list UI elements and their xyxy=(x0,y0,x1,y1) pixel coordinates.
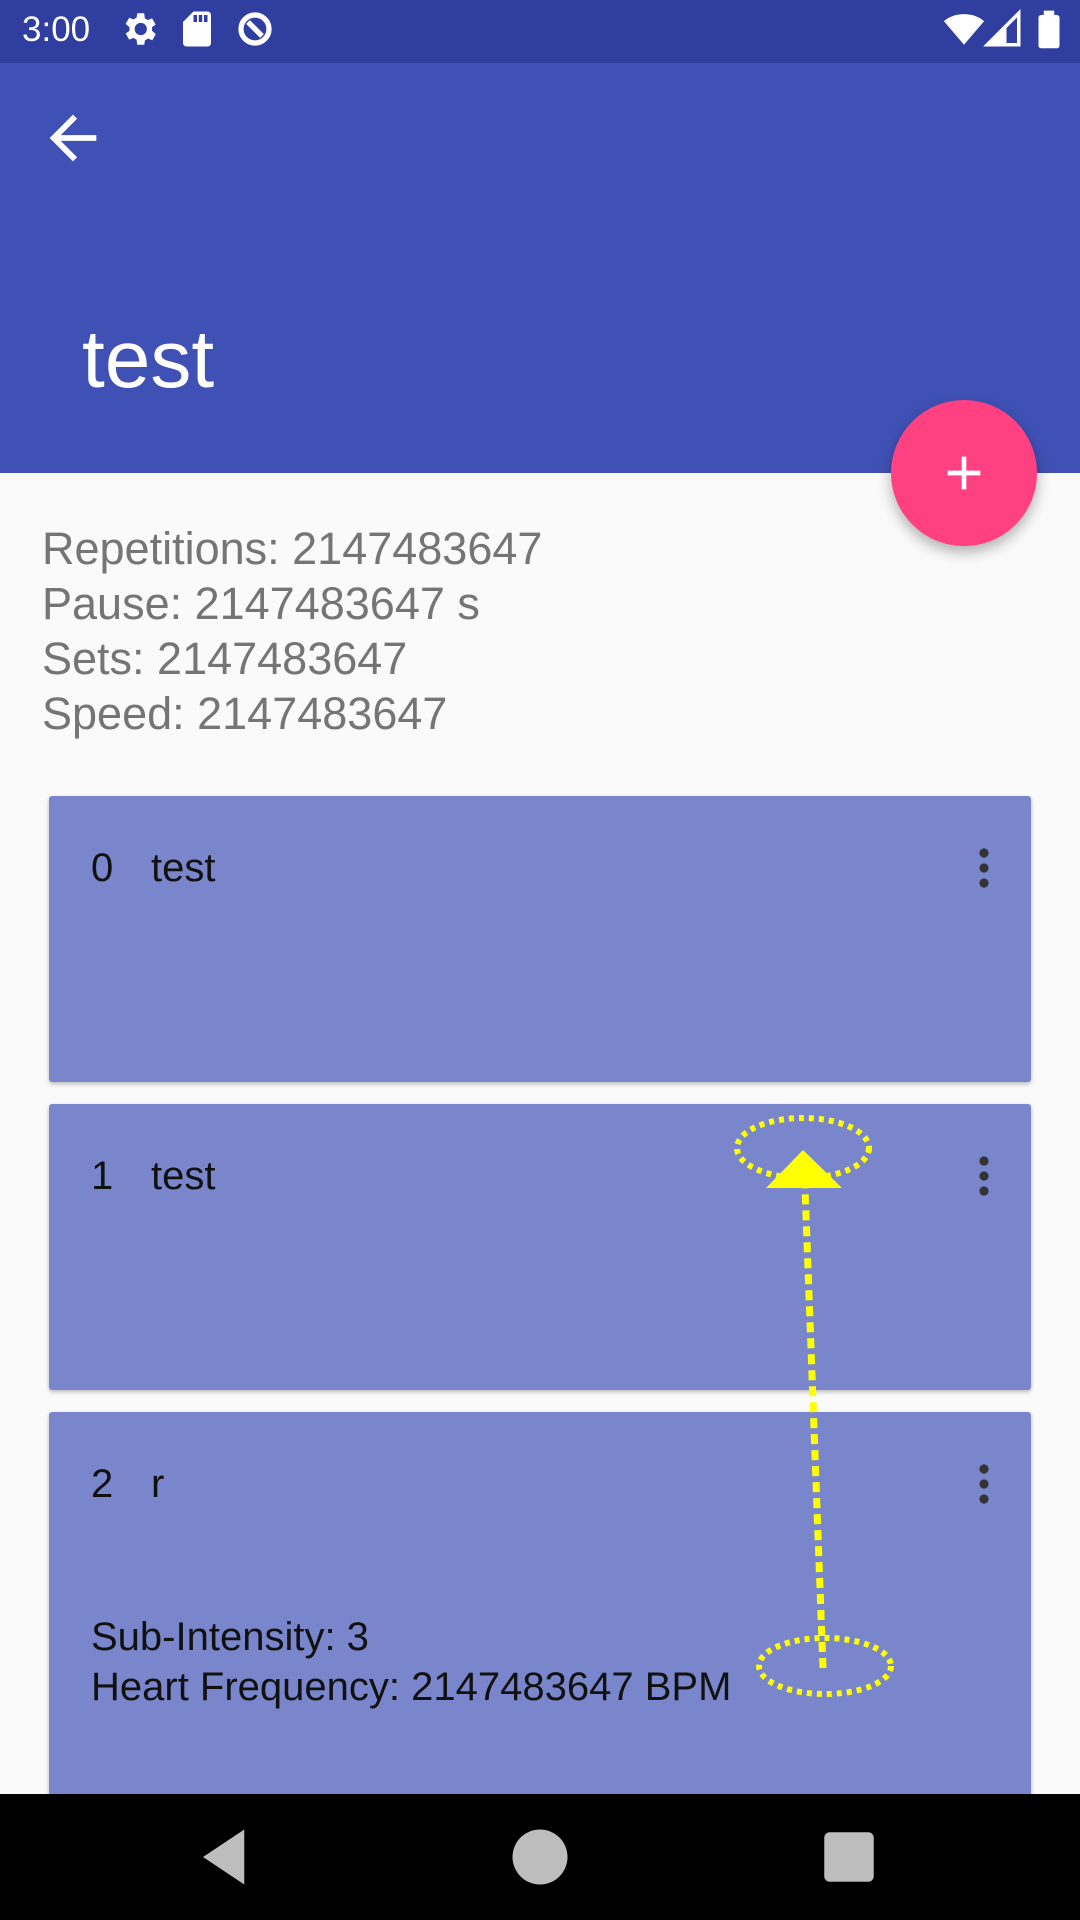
speed-text: Speed: 2147483647 xyxy=(42,688,448,739)
card-index: 0 xyxy=(91,846,114,890)
heart-frequency-text: Heart Frequency: 2147483647 BPM xyxy=(91,1665,732,1709)
back-triangle-icon[interactable] xyxy=(192,1824,258,1890)
data-saver-icon xyxy=(238,12,272,46)
exercise-card[interactable]: 1 test xyxy=(49,1104,1031,1390)
status-bar: 3:00 xyxy=(0,0,1080,63)
wifi-icon xyxy=(943,14,985,45)
status-time: 3:00 xyxy=(22,10,91,49)
card-name: test xyxy=(151,846,216,890)
arrow-back-icon[interactable] xyxy=(38,103,108,173)
more-vert-icon[interactable] xyxy=(960,1460,1008,1508)
card-index: 2 xyxy=(91,1462,114,1506)
more-vert-icon[interactable] xyxy=(960,844,1008,892)
app-bar: test xyxy=(0,63,1080,473)
card-name: r xyxy=(151,1462,165,1506)
workout-summary: Repetitions: 2147483647 Pause: 214748364… xyxy=(42,521,542,741)
battery-icon xyxy=(1038,10,1060,49)
card-name: test xyxy=(151,1154,216,1198)
repetitions-text: Repetitions: 2147483647 xyxy=(42,523,543,574)
navigation-bar xyxy=(0,1794,1080,1920)
card-details: Sub-Intensity: 3 Heart Frequency: 214748… xyxy=(91,1612,731,1712)
recents-square-icon[interactable] xyxy=(816,1824,882,1890)
exercise-card[interactable]: 0 test xyxy=(49,796,1031,1082)
plus-icon xyxy=(947,456,981,490)
page-title: test xyxy=(82,314,215,405)
add-fab-button[interactable] xyxy=(891,400,1037,546)
sets-text: Sets: 2147483647 xyxy=(42,633,408,684)
exercise-card[interactable]: 2 r Sub-Intensity: 3 Heart Frequency: 21… xyxy=(49,1412,1031,1812)
sub-intensity-text: Sub-Intensity: 3 xyxy=(91,1615,369,1659)
more-vert-icon[interactable] xyxy=(960,1152,1008,1200)
pause-text: Pause: 2147483647 s xyxy=(42,578,480,629)
signal-icon xyxy=(983,9,1021,47)
card-index: 1 xyxy=(91,1154,114,1198)
home-circle-icon[interactable] xyxy=(507,1824,573,1890)
sd-card-icon xyxy=(183,11,211,47)
gear-icon xyxy=(125,13,156,45)
